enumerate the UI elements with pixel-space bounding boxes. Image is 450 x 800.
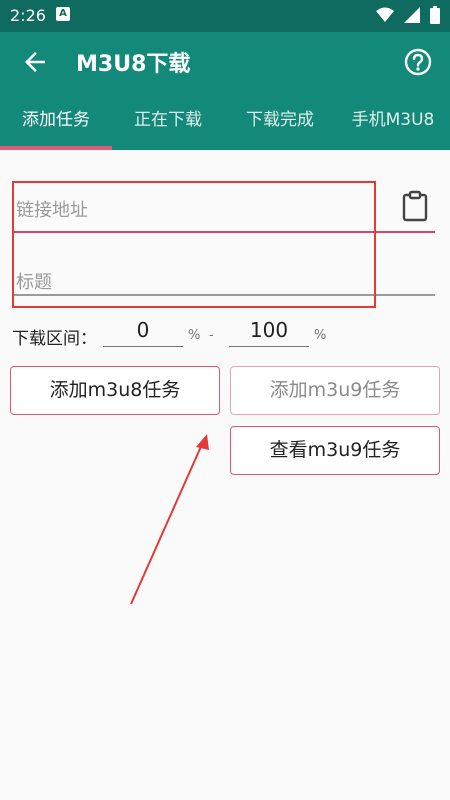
range-separator: - <box>209 328 214 343</box>
status-bar: 2:26 A <box>0 0 450 32</box>
tab-add-task[interactable]: 添加任务 <box>0 92 112 150</box>
range-start-input[interactable]: 0 <box>103 316 183 347</box>
tab-completed[interactable]: 下载完成 <box>224 92 336 150</box>
back-arrow-icon[interactable] <box>20 47 50 77</box>
app-notification-icon: A <box>56 7 70 21</box>
tab-downloading[interactable]: 正在下载 <box>112 92 224 150</box>
page-title: M3U8下载 <box>76 52 191 77</box>
battery-icon <box>430 6 440 24</box>
tab-phone-m3u8[interactable]: 手机M3U8 <box>336 92 450 150</box>
signal-icon <box>404 7 420 23</box>
range-end-input[interactable]: 100 <box>229 316 309 347</box>
add-m3u9-task-button[interactable]: 添加m3u9任务 <box>230 366 440 415</box>
wifi-icon <box>376 7 394 22</box>
app-bar: M3U8下载 <box>0 32 450 92</box>
range-start-percent: % <box>188 328 201 343</box>
help-circle-icon[interactable] <box>402 46 434 78</box>
range-end-percent: % <box>314 328 327 343</box>
add-m3u8-task-button[interactable]: 添加m3u8任务 <box>10 366 220 415</box>
tab-indicator <box>0 146 112 150</box>
tab-bar: 添加任务 正在下载 下载完成 手机M3U8 <box>0 92 450 150</box>
highlight-box <box>12 181 376 308</box>
status-icons <box>376 6 440 24</box>
status-time: 2:26 <box>10 6 46 25</box>
clipboard-icon[interactable] <box>400 190 430 222</box>
view-m3u9-task-button[interactable]: 查看m3u9任务 <box>230 426 440 475</box>
range-label: 下载区间： <box>12 329 97 349</box>
